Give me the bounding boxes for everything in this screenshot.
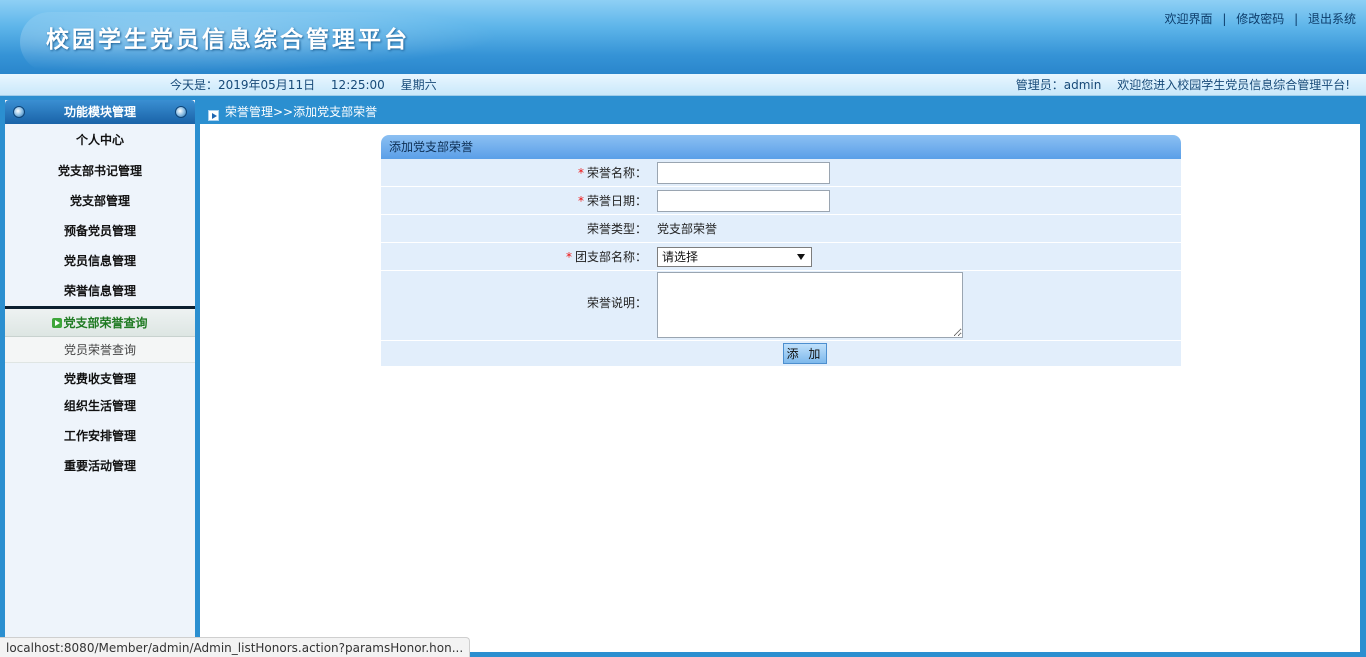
sidebar-item-probationary-member-management[interactable]: 预备党员管理 (5, 216, 195, 246)
sidebar-item-personal-center[interactable]: 个人中心 (5, 124, 195, 156)
sidebar-title: 功能模块管理 (63, 105, 136, 119)
form-row-honor-date: * 荣誉日期： (381, 187, 1181, 215)
add-button[interactable]: 添 加 (783, 343, 827, 364)
date-label: 今天是：2019年05月11日 (170, 78, 316, 92)
admin-label: 管理员：admin (1015, 78, 1102, 92)
sidebar-item-member-info-management[interactable]: 党员信息管理 (5, 246, 195, 276)
knob-icon (13, 106, 25, 118)
main-content: 添加党支部荣誉 * 荣誉名称： * 荣誉日期： 荣誉类型： 党支部荣誉 * 团支部名称… (200, 124, 1360, 652)
breadcrumb-text: 荣誉管理>>添加党支部荣誉 (225, 105, 378, 119)
form-row-honor-name: * 荣誉名称： (381, 159, 1181, 187)
required-mark: * (577, 194, 584, 208)
browser-status-bar: localhost:8080/Member/admin/Admin_listHo… (0, 637, 471, 657)
info-bar: 今天是：2019年05月11日 12:25:00 星期六 管理员：admin 欢… (0, 74, 1366, 96)
branch-name-label: 团支部名称： (574, 250, 647, 264)
honor-name-label: 荣誉名称： (586, 166, 647, 180)
sidebar-item-branch-management[interactable]: 党支部管理 (5, 186, 195, 216)
form-row-honor-description: 荣誉说明： (381, 271, 1181, 341)
arrow-right-icon (208, 110, 219, 121)
form-row-branch-name: * 团支部名称： 请选择 (381, 243, 1181, 271)
date-info: 今天是：2019年05月11日 12:25:00 星期六 (170, 74, 449, 96)
submenu-item-label: 党支部荣誉查询 (63, 316, 148, 330)
logout-link[interactable]: 退出系统 (1308, 12, 1356, 26)
admin-info: 管理员：admin 欢迎您进入校园学生党员信息综合管理平台! (1004, 74, 1350, 96)
sidebar-item-organization-life-management[interactable]: 组织生活管理 (5, 391, 195, 421)
caret-down-icon (797, 254, 805, 260)
honor-type-label: 荣誉类型： (586, 222, 647, 236)
welcome-message: 欢迎您进入校园学生党员信息综合管理平台! (1117, 78, 1350, 92)
top-links: 欢迎界面 | 修改密码 | 退出系统 (1165, 10, 1356, 27)
link-separator: | (1294, 12, 1299, 26)
sidebar-item-work-arrangement-management[interactable]: 工作安排管理 (5, 421, 195, 451)
submenu-item-member-honor-query[interactable]: 党员荣誉查询 (5, 337, 195, 363)
honor-date-label: 荣誉日期： (586, 194, 647, 208)
sidebar: 功能模块管理 个人中心 党支部书记管理 党支部管理 预备党员管理 党员信息管理 … (5, 100, 195, 657)
honor-desc-label: 荣誉说明： (586, 296, 647, 310)
header-banner: 校园学生党员信息综合管理平台 欢迎界面 | 修改密码 | 退出系统 (0, 0, 1366, 74)
form-row-honor-type: 荣誉类型： 党支部荣誉 (381, 215, 1181, 243)
honor-submenu: 党支部荣誉查询 党员荣誉查询 (5, 306, 195, 363)
honor-name-input[interactable] (657, 162, 830, 184)
sidebar-item-honor-info-management[interactable]: 荣誉信息管理 (5, 276, 195, 306)
sidebar-header: 功能模块管理 (5, 100, 195, 124)
required-mark: * (565, 250, 572, 264)
form-row-submit: 添 加 (381, 341, 1181, 367)
honor-description-textarea[interactable] (657, 272, 963, 338)
branch-name-select[interactable]: 请选择 (657, 247, 812, 267)
arrow-right-icon (52, 318, 63, 328)
form-title: 添加党支部荣誉 (381, 135, 1181, 159)
welcome-link[interactable]: 欢迎界面 (1165, 12, 1213, 26)
honor-date-input[interactable] (657, 190, 830, 212)
required-mark: * (577, 166, 584, 180)
add-honor-form: 添加党支部荣誉 * 荣誉名称： * 荣誉日期： 荣誉类型： 党支部荣誉 * 团支部名称… (381, 135, 1181, 367)
sidebar-item-important-activity-management[interactable]: 重要活动管理 (5, 451, 195, 481)
weekday-label: 星期六 (400, 78, 437, 92)
change-password-link[interactable]: 修改密码 (1236, 12, 1284, 26)
sidebar-item-secretary-management[interactable]: 党支部书记管理 (5, 156, 195, 186)
honor-type-value: 党支部荣誉 (657, 222, 718, 236)
sidebar-item-dues-management[interactable]: 党费收支管理 (5, 363, 195, 391)
breadcrumb: 荣誉管理>>添加党支部荣誉 (200, 101, 1366, 124)
branch-select-value: 请选择 (662, 250, 699, 264)
site-title: 校园学生党员信息综合管理平台 (46, 26, 410, 53)
knob-icon (175, 106, 187, 118)
submenu-item-branch-honor-query[interactable]: 党支部荣誉查询 (5, 309, 195, 337)
link-separator: | (1222, 12, 1227, 26)
time-label: 12:25:00 (330, 78, 385, 92)
